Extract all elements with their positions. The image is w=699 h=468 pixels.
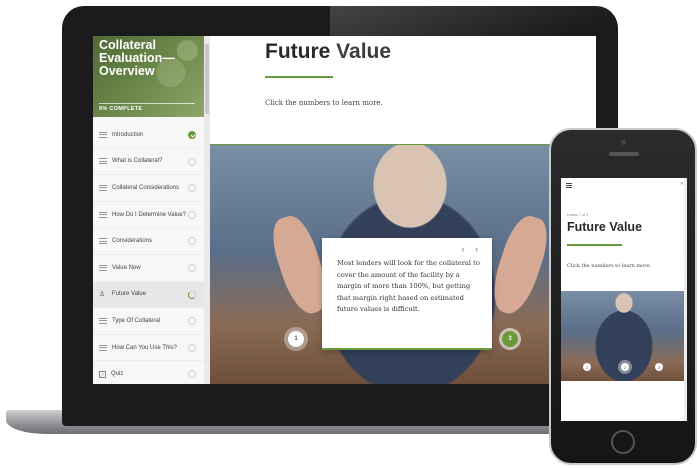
lesson-content: Future Value Click the numbers to learn … (210, 36, 596, 384)
menu-item-considerations[interactable]: Considerations (93, 228, 204, 255)
hamburger-menu-icon[interactable] (566, 183, 572, 188)
menu-item-introduction[interactable]: Introduction (93, 122, 204, 149)
phone-hotspot[interactable]: 1 (583, 363, 591, 371)
hotspot-marker[interactable]: 1 (288, 331, 304, 347)
menu-item-label: Value Now (112, 264, 141, 271)
status-circle-icon (188, 184, 196, 193)
right-hand-graphic (485, 211, 555, 319)
course-sidebar: Collateral Evaluation—Overview 9% COMPLE… (93, 36, 210, 384)
phone-page-title: Future Value (567, 220, 643, 234)
course-header: Collateral Evaluation—Overview 9% COMPLE… (93, 36, 204, 117)
check-icon (188, 131, 196, 139)
scrollbar-thumb[interactable] (205, 44, 209, 114)
status-circle-icon (188, 370, 196, 379)
progress-line (99, 103, 195, 104)
menu-item-value-now[interactable]: Value Now (93, 255, 204, 282)
course-progress: 9% COMPLETE (99, 106, 143, 112)
status-circle-icon (188, 157, 196, 166)
status-circle-icon (188, 317, 196, 326)
menu-item-how-can-you-use[interactable]: How Can You Use This? (93, 335, 204, 362)
home-button[interactable] (611, 430, 635, 454)
phone-title-divider (567, 244, 622, 246)
lines-icon (99, 238, 107, 245)
page-title: Future Value (265, 40, 392, 63)
menu-item-label: Future Value (112, 291, 146, 298)
status-circle-icon (188, 263, 196, 272)
laptop-screen: Collateral Evaluation—Overview 9% COMPLE… (93, 36, 596, 384)
menu-item-type-of-collateral[interactable]: Type Of Collateral (93, 308, 204, 335)
status-circle-icon (188, 343, 196, 352)
menu-item-label: Considerations (112, 238, 153, 245)
menu-item-label: Collateral Considerations (112, 184, 180, 191)
lines-icon (99, 131, 107, 138)
lesson-menu: Introduction What is Collateral? Collate… (93, 122, 204, 384)
quiz-icon: ? (99, 370, 106, 378)
labeled-graphic-image: 1 3 ‹ › Most lenders will look for the c… (210, 144, 596, 384)
menu-item-label: Introduction (112, 131, 144, 138)
lines-icon (99, 158, 107, 165)
menu-item-label: How Can You Use This? (112, 344, 177, 351)
hotspot-marker-active[interactable]: 3 (502, 331, 518, 347)
status-circle-icon (188, 210, 196, 219)
popover-nav-arrows[interactable]: ‹ › (462, 244, 483, 254)
in-progress-icon (188, 290, 196, 299)
menu-item-what-is-collateral[interactable]: What is Collateral? (93, 149, 204, 176)
camera-icon (621, 140, 626, 145)
instruction-text: Click the numbers to learn more. (265, 99, 383, 107)
lines-icon (99, 317, 107, 324)
menu-item-quiz[interactable]: ? Quiz (93, 361, 204, 384)
menu-item-label: What is Collateral? (112, 158, 163, 165)
menu-item-collateral-considerations[interactable]: Collateral Considerations (93, 175, 204, 202)
menu-item-future-value[interactable]: ♙ Future Value (93, 281, 204, 309)
phone-hotspot[interactable]: 3 (655, 363, 663, 371)
lines-icon (99, 184, 107, 191)
title-divider (265, 76, 333, 78)
lines-icon (99, 264, 107, 271)
phone-scrollbar[interactable] (684, 178, 687, 421)
status-circle-icon (188, 237, 196, 246)
phone-device: ✕ Lesson 7 of 9 Future Value Click the n… (549, 128, 697, 465)
menu-item-label: Type Of Collateral (112, 317, 161, 324)
phone-screen: ✕ Lesson 7 of 9 Future Value Click the n… (561, 178, 687, 421)
lines-icon (99, 344, 107, 351)
phone-hotspot[interactable]: 2 (621, 363, 629, 371)
menu-item-determine-value[interactable]: How Do I Determine Value? (93, 202, 204, 229)
phone-instruction: Click the numbers to learn more. (567, 263, 652, 269)
lesson-counter: Lesson 7 of 9 (567, 213, 589, 217)
menu-item-label: How Do I Determine Value? (112, 211, 186, 218)
hotspot-popover: ‹ › Most lenders will look for the colla… (322, 238, 492, 350)
popover-text: Most lenders will look for the collatera… (337, 259, 480, 314)
menu-item-label: Quiz (111, 371, 124, 378)
speaker-grille (609, 152, 639, 156)
person-icon: ♙ (99, 290, 106, 298)
phone-labeled-graphic: 1 2 3 (561, 291, 687, 381)
lines-icon (99, 211, 107, 218)
course-title: Collateral Evaluation—Overview (99, 38, 175, 78)
